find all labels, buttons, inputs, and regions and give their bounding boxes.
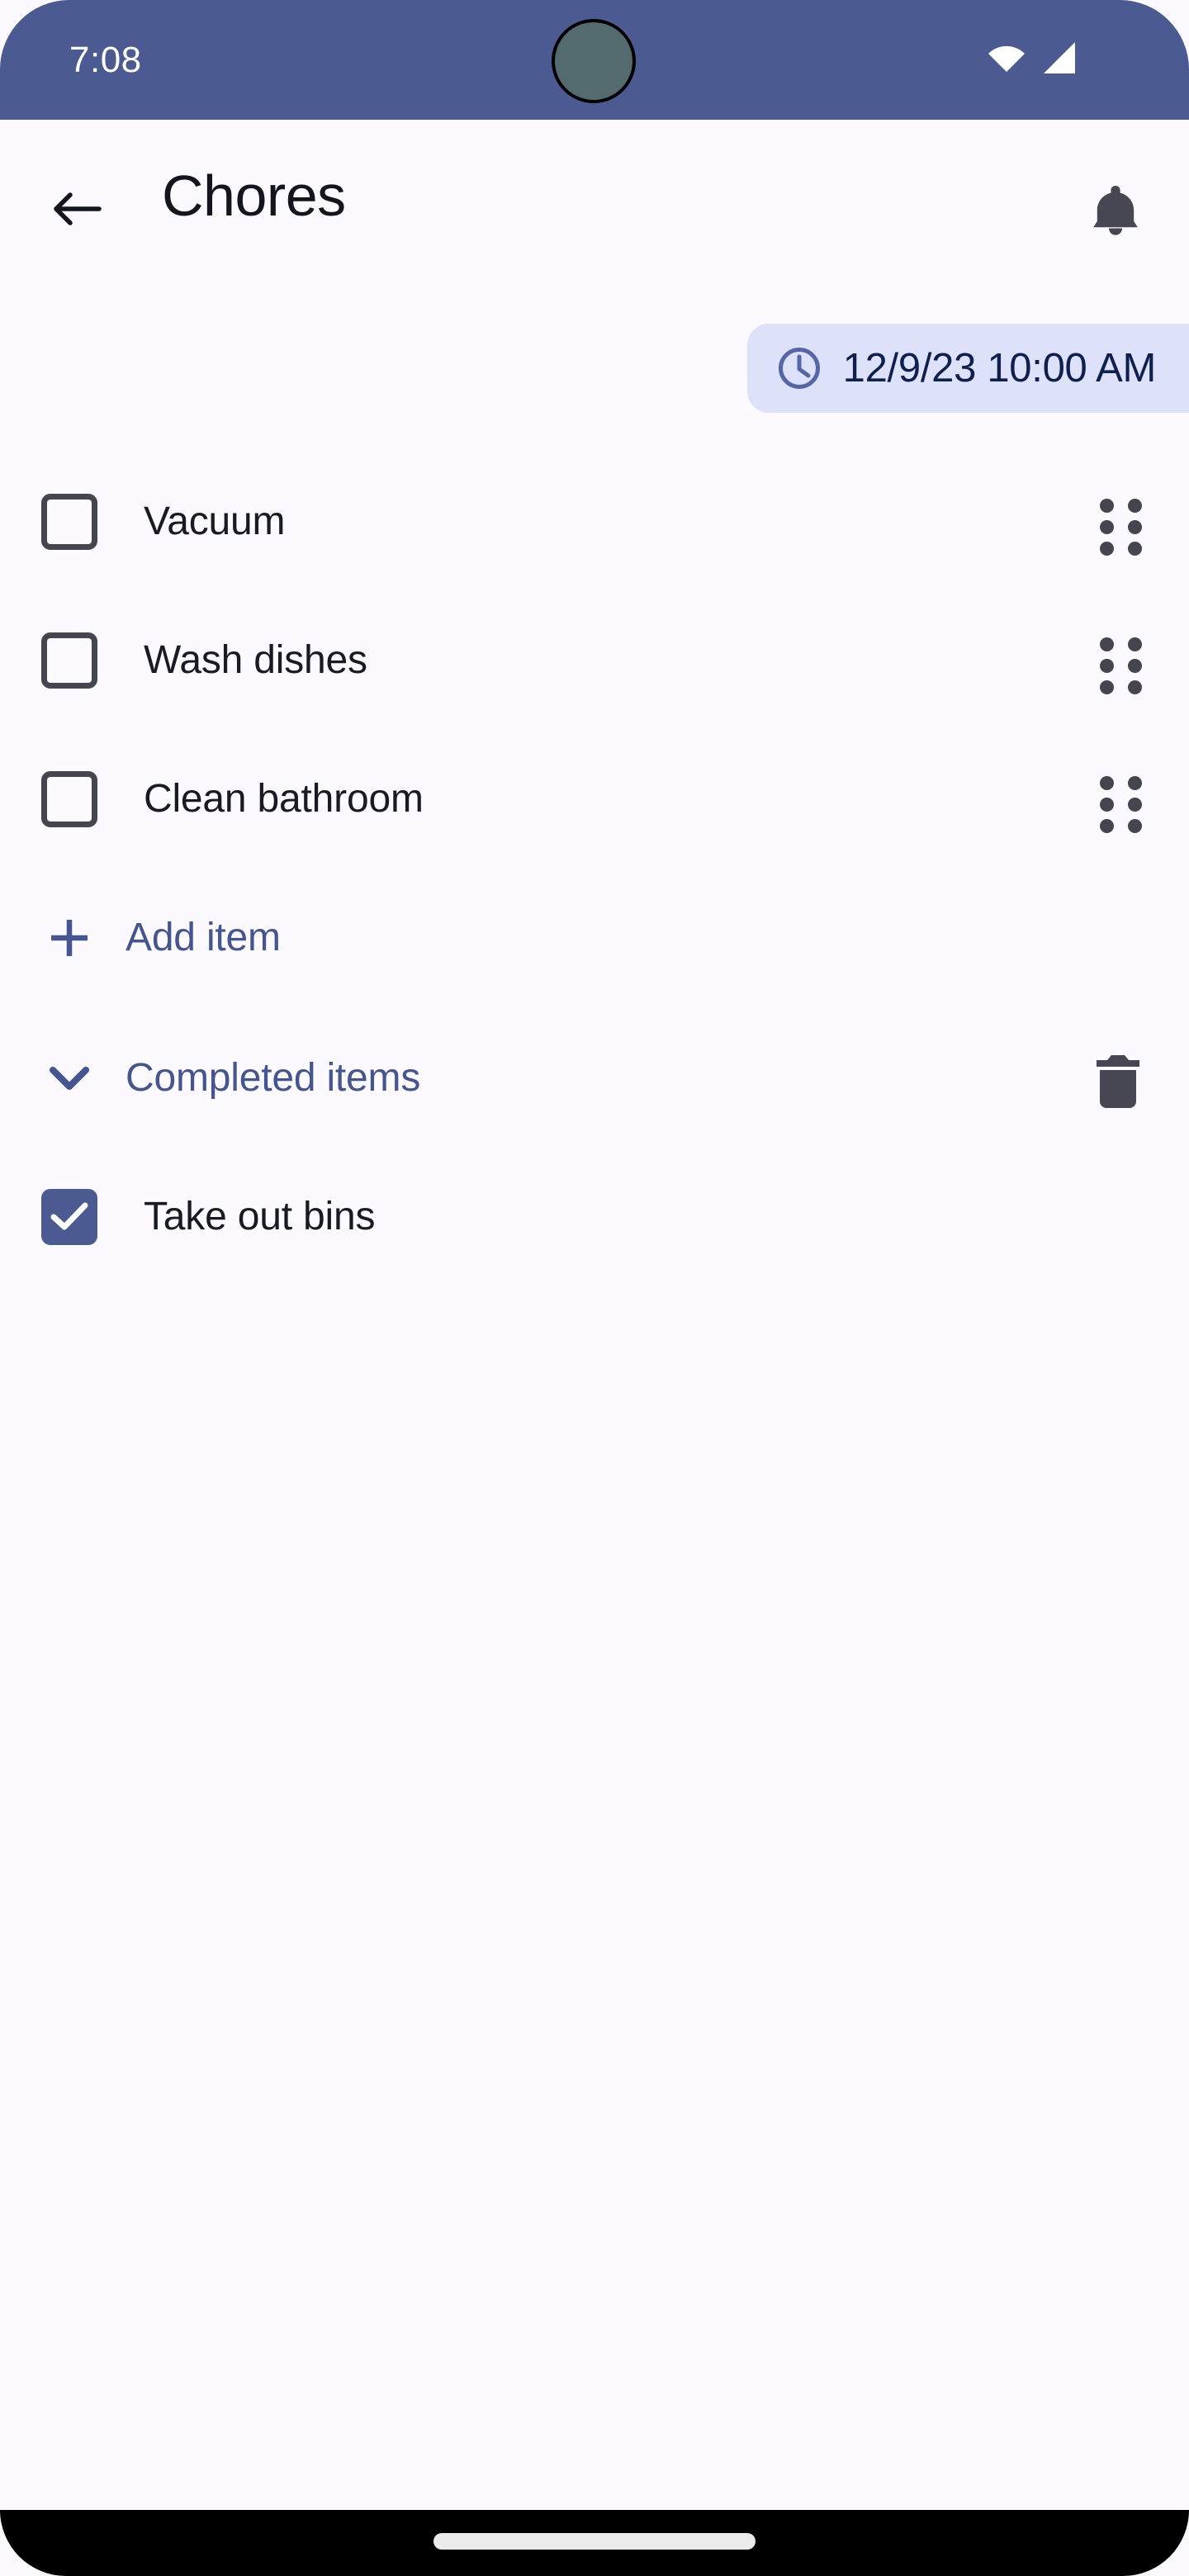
completed-items-header[interactable]: Completed items	[0, 1009, 1189, 1148]
completed-task-list: Take out bins	[0, 1148, 1189, 1286]
delete-completed-button[interactable]	[1087, 1055, 1149, 1108]
task-checkbox[interactable]	[41, 494, 97, 550]
check-icon	[50, 1202, 88, 1230]
task-list: Vacuum Wash dishes Clean bathroom	[0, 452, 1189, 869]
bell-icon	[1093, 186, 1138, 235]
front-camera-cutout-icon	[552, 19, 636, 103]
table-row[interactable]: Clean bathroom	[0, 730, 1189, 869]
status-bar-clock: 7:08	[69, 40, 142, 80]
completed-task-checkbox[interactable]	[41, 1189, 97, 1245]
drag-handle-icon[interactable]	[1100, 637, 1146, 694]
app-bar: Chores	[0, 120, 1189, 272]
back-button[interactable]	[51, 182, 104, 235]
task-label: Wash dishes	[144, 638, 367, 682]
due-date-text: 12/9/23 10:00 AM	[842, 346, 1157, 391]
status-bar: 7:08	[0, 0, 1189, 120]
cell-signal-icon	[1042, 41, 1077, 78]
task-checkbox[interactable]	[41, 632, 97, 689]
due-date-chip[interactable]: 12/9/23 10:00 AM	[746, 324, 1189, 413]
notification-button[interactable]	[1087, 182, 1144, 237]
add-item-button[interactable]: Add item	[0, 869, 1189, 1007]
clock-icon	[777, 346, 822, 391]
list-item[interactable]: Take out bins	[0, 1148, 1189, 1286]
page-title: Chores	[162, 163, 346, 228]
table-row[interactable]: Wash dishes	[0, 591, 1189, 730]
drag-handle-icon[interactable]	[1100, 499, 1146, 556]
phone-screen: 7:08 Chores 12/9/23 10:00 AM Vacuum Wash…	[0, 0, 1189, 2576]
table-row[interactable]: Vacuum	[0, 452, 1189, 591]
system-navigation-bar	[0, 2510, 1189, 2576]
task-label: Vacuum	[144, 500, 286, 543]
trash-icon	[1097, 1055, 1139, 1108]
completed-task-label: Take out bins	[144, 1195, 376, 1238]
completed-items-label: Completed items	[126, 1056, 421, 1100]
task-label: Clean bathroom	[144, 777, 424, 821]
add-item-label: Add item	[126, 916, 281, 959]
plus-icon	[46, 915, 92, 961]
home-gesture-pill[interactable]	[433, 2533, 756, 2550]
drag-handle-icon[interactable]	[1100, 776, 1146, 833]
status-bar-icons	[988, 0, 1077, 120]
wifi-icon	[988, 43, 1026, 77]
chevron-down-icon[interactable]	[48, 1063, 91, 1093]
task-checkbox[interactable]	[41, 771, 97, 827]
